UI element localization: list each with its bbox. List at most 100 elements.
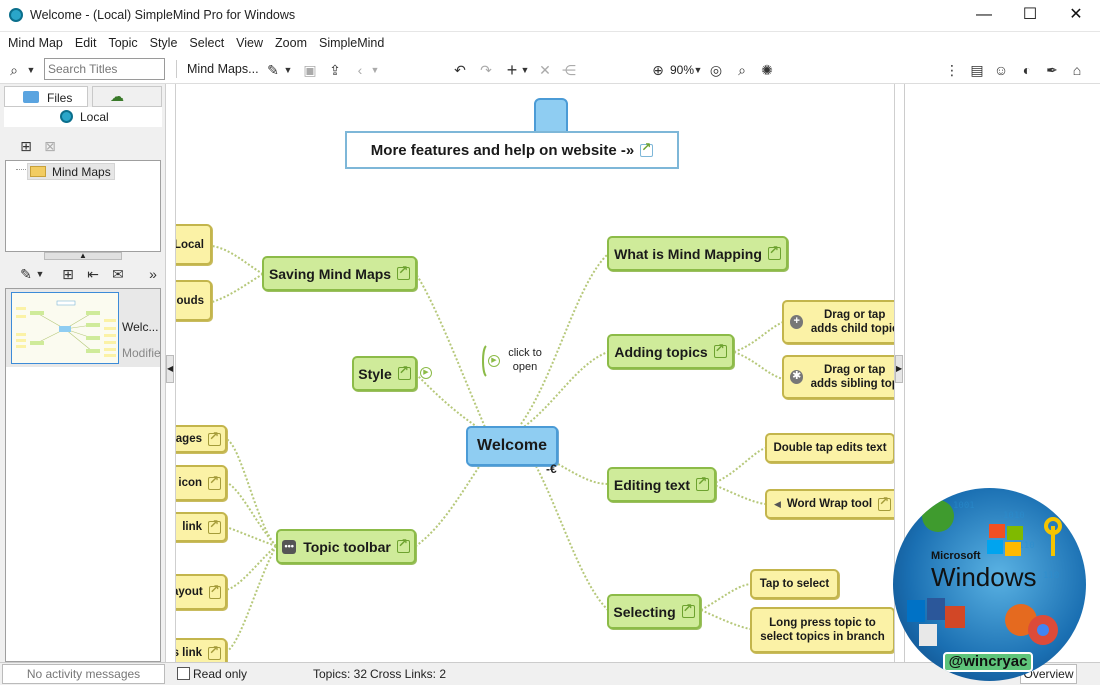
edit-dropdown-icon[interactable]: ▼ xyxy=(282,60,294,80)
subtopic-long-press[interactable]: Long press topic to select topics in bra… xyxy=(750,607,894,653)
topic-what-is-mind-mapping[interactable]: What is Mind Mapping xyxy=(607,236,788,271)
subtopic-local[interactable]: Local xyxy=(176,224,212,265)
add-dropdown-icon[interactable]: ▼ xyxy=(519,60,531,80)
edit-icon[interactable]: ✎ xyxy=(263,60,283,80)
search-icon[interactable]: ⌕ xyxy=(4,60,24,80)
link-central-saving xyxy=(415,273,489,435)
maximize-button[interactable]: ☐ xyxy=(1007,0,1053,32)
external-link-icon[interactable] xyxy=(208,582,221,599)
external-link-icon[interactable] xyxy=(696,474,710,491)
external-link-icon[interactable] xyxy=(208,473,221,490)
close-button[interactable]: ✕ xyxy=(1053,0,1099,32)
subtopic-word-wrap[interactable]: ◀ Word Wrap tool xyxy=(765,489,894,519)
search-input[interactable]: Search Titles xyxy=(44,58,165,80)
delete-icon[interactable]: ✕ xyxy=(535,60,555,80)
mindmap-canvas[interactable]: More features and help on website -» Wel… xyxy=(175,84,895,662)
search-dropdown-icon[interactable]: ▼ xyxy=(24,60,38,80)
external-link-icon[interactable] xyxy=(397,363,411,380)
topic-adding-topics[interactable]: Adding topics xyxy=(607,334,734,369)
menu-topic[interactable]: Topic xyxy=(100,32,141,50)
menu-view[interactable]: View xyxy=(228,32,267,50)
menu-select[interactable]: Select xyxy=(181,32,228,50)
read-only-checkbox[interactable] xyxy=(177,667,190,680)
collapse-left-handle[interactable]: ◀ xyxy=(166,355,174,383)
subtopic-icon[interactable]: l icon xyxy=(176,465,227,501)
menu-zoom[interactable]: Zoom xyxy=(267,32,311,50)
menu-simplemind[interactable]: SimpleMind xyxy=(311,32,388,50)
topic-editing-text[interactable]: Editing text xyxy=(607,467,716,502)
tree-item-mind-maps[interactable]: Mind Maps xyxy=(27,163,115,180)
add-folder-icon[interactable]: ⊞ xyxy=(58,264,78,284)
open-circle-icon[interactable]: ▶ xyxy=(488,355,500,367)
topic-label: Adding topics xyxy=(614,343,708,360)
new-folder-icon[interactable]: ⊞ xyxy=(16,136,36,156)
style-brush-icon[interactable]: ✒ xyxy=(1042,60,1062,80)
back-icon[interactable]: ‹ xyxy=(350,60,370,80)
target-icon[interactable]: ◎ xyxy=(706,60,726,80)
redo-icon[interactable]: ↷ xyxy=(476,60,496,80)
local-item[interactable]: Local xyxy=(4,107,162,127)
undo-icon[interactable]: ↶ xyxy=(450,60,470,80)
outline-icon[interactable]: ⋮ xyxy=(942,60,962,80)
subtopic-link[interactable]: link xyxy=(176,512,227,542)
subtopic-s-link[interactable]: s link xyxy=(176,638,227,662)
tab-files[interactable]: Files xyxy=(4,86,88,107)
topic-selecting[interactable]: Selecting xyxy=(607,594,701,629)
palette-icon[interactable]: ◐ xyxy=(1017,60,1037,80)
idea-icon[interactable]: ✺ xyxy=(757,60,777,80)
new-mindmap-dropdown-icon[interactable]: ▼ xyxy=(34,264,46,284)
subtopic-drag-child[interactable]: + Drag or tap adds child topic xyxy=(782,300,895,344)
relation-icon[interactable]: ⋲ xyxy=(559,60,579,80)
external-link-icon[interactable] xyxy=(767,243,781,260)
subtopic-tap-select[interactable]: Tap to select xyxy=(750,569,839,599)
new-mindmap-icon[interactable]: ✎ xyxy=(16,264,36,284)
save-icon[interactable]: ▣ xyxy=(300,60,320,80)
external-link-icon[interactable] xyxy=(208,517,221,534)
menu-edit[interactable]: Edit xyxy=(67,32,101,50)
import-icon[interactable]: ⇤ xyxy=(83,264,103,284)
splitter-handle[interactable]: ▲ xyxy=(44,252,122,260)
menu-mind-map[interactable]: Mind Map xyxy=(0,32,67,50)
topic-style[interactable]: Style xyxy=(352,356,417,391)
subtopic-drag-sibling[interactable]: ✱ Drag or tap adds sibling top xyxy=(782,355,895,399)
tab-cloud[interactable]: ☁ xyxy=(92,86,162,107)
subtopic-clouds[interactable]: louds xyxy=(176,280,212,321)
collapse-indicator[interactable]: -€ xyxy=(546,462,557,476)
external-link-icon[interactable] xyxy=(713,341,727,358)
mindmap-modified: Modifie xyxy=(122,346,161,360)
central-topic[interactable]: Welcome xyxy=(466,426,558,466)
find-icon[interactable]: ⌕ xyxy=(732,60,752,80)
topic-saving-mind-maps[interactable]: Saving Mind Maps xyxy=(262,256,417,291)
collapse-right-handle[interactable]: ▶ xyxy=(895,355,903,383)
zoom-dropdown-icon[interactable]: ▼ xyxy=(693,60,703,80)
mind-maps-button[interactable]: Mind Maps... xyxy=(187,62,259,76)
emoji-icon[interactable]: ☺ xyxy=(991,60,1011,80)
mail-icon[interactable]: ✉ xyxy=(108,264,128,284)
subtopic-pages[interactable]: ages xyxy=(176,425,227,453)
subtopic-label: Drag or tap adds child topic xyxy=(810,309,895,335)
menu-style[interactable]: Style xyxy=(142,32,182,50)
topic-toolbar[interactable]: ••• Topic toolbar xyxy=(276,529,416,564)
external-link-icon[interactable] xyxy=(208,643,221,660)
zoom-level[interactable]: 90% xyxy=(670,63,694,77)
zoom-in-icon[interactable]: ⊕ xyxy=(648,60,668,80)
external-link-icon[interactable] xyxy=(208,429,221,446)
external-link-icon[interactable] xyxy=(681,601,695,618)
notes-icon[interactable]: ▤ xyxy=(967,60,987,80)
back-dropdown-icon[interactable]: ▼ xyxy=(369,60,381,80)
subtopic-label: Drag or tap adds sibling top xyxy=(810,364,895,390)
external-link-icon[interactable] xyxy=(397,263,411,280)
play-icon[interactable]: ▶ xyxy=(420,367,432,379)
external-link-icon[interactable] xyxy=(396,536,410,553)
external-link-icon[interactable] xyxy=(878,494,892,511)
mindmap-list-item[interactable]: Welc... Modifie xyxy=(6,289,161,367)
presenter-icon[interactable]: ⌂ xyxy=(1067,60,1087,80)
subtopic-double-tap[interactable]: Double tap edits text xyxy=(765,433,894,463)
external-link-icon[interactable] xyxy=(640,140,654,157)
more-icon[interactable]: » xyxy=(143,264,163,284)
website-topic[interactable]: More features and help on website -» xyxy=(345,131,679,169)
remove-folder-icon[interactable]: ⊠ xyxy=(40,136,60,156)
subtopic-layout[interactable]: ayout xyxy=(176,574,227,610)
share-icon[interactable]: ⇪ xyxy=(325,60,345,80)
minimize-button[interactable]: — xyxy=(961,0,1007,32)
